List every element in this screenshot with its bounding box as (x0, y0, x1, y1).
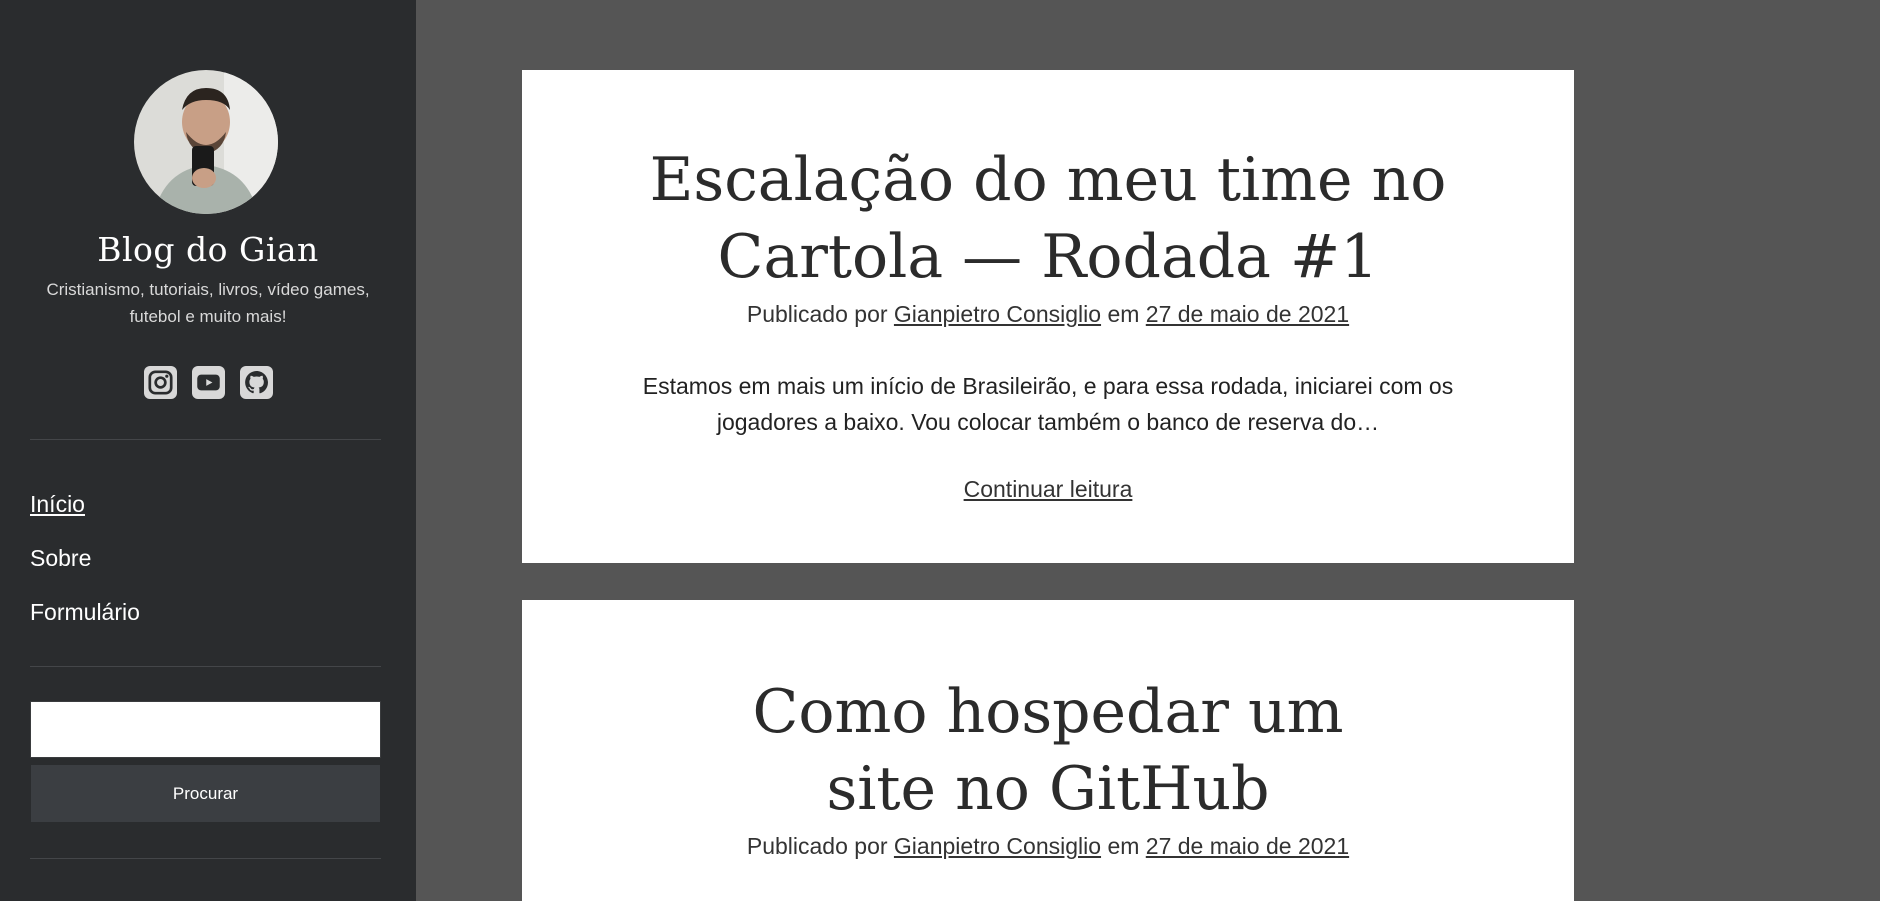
avatar-photo (134, 70, 278, 214)
site-title[interactable]: Blog do Gian (0, 230, 416, 269)
instagram-icon[interactable] (143, 366, 177, 399)
post-card: Como hospedar um site no GitHub Publicad… (522, 600, 1574, 901)
post-meta: Publicado por Gianpietro Consiglio em 27… (522, 296, 1574, 332)
youtube-icon[interactable] (191, 366, 225, 399)
avatar[interactable] (134, 70, 278, 214)
post-meta: Publicado por Gianpietro Consiglio em 27… (522, 828, 1574, 864)
date-link[interactable]: 27 de maio de 2021 (1146, 833, 1349, 859)
nav-item-formulario[interactable]: Formulário (30, 594, 140, 648)
post-excerpt: Estamos em mais um início de Brasileirão… (642, 373, 1454, 435)
meta-middle: em (1107, 301, 1140, 327)
divider (30, 666, 381, 667)
github-icon[interactable] (239, 366, 273, 399)
author-link[interactable]: Gianpietro Consiglio (894, 833, 1101, 859)
social-links (0, 366, 416, 399)
post-card: Escalação do meu time no Cartola — Rodad… (522, 70, 1574, 563)
continue-reading-link[interactable]: Continuar leitura (964, 476, 1133, 503)
date-link[interactable]: 27 de maio de 2021 (1146, 301, 1349, 327)
divider (30, 439, 381, 440)
divider (30, 858, 381, 859)
author-link[interactable]: Gianpietro Consiglio (894, 301, 1101, 327)
meta-prefix: Publicado por (746, 301, 888, 327)
search-input[interactable] (30, 701, 381, 758)
post-title[interactable]: Escalação do meu time no Cartola — Rodad… (522, 142, 1574, 296)
sidebar: Blog do Gian Cristianismo, tutoriais, li… (0, 0, 416, 901)
meta-middle: em (1107, 833, 1140, 859)
post-title[interactable]: Como hospedar um site no GitHub (522, 674, 1574, 828)
site-description: Cristianismo, tutoriais, livros, vídeo g… (46, 280, 370, 326)
main-nav: Início Sobre Formulário (30, 486, 140, 648)
nav-item-inicio[interactable]: Início (30, 486, 140, 540)
nav-item-sobre[interactable]: Sobre (30, 540, 140, 594)
meta-prefix: Publicado por (746, 833, 888, 859)
search-button[interactable]: Procurar (31, 765, 380, 822)
